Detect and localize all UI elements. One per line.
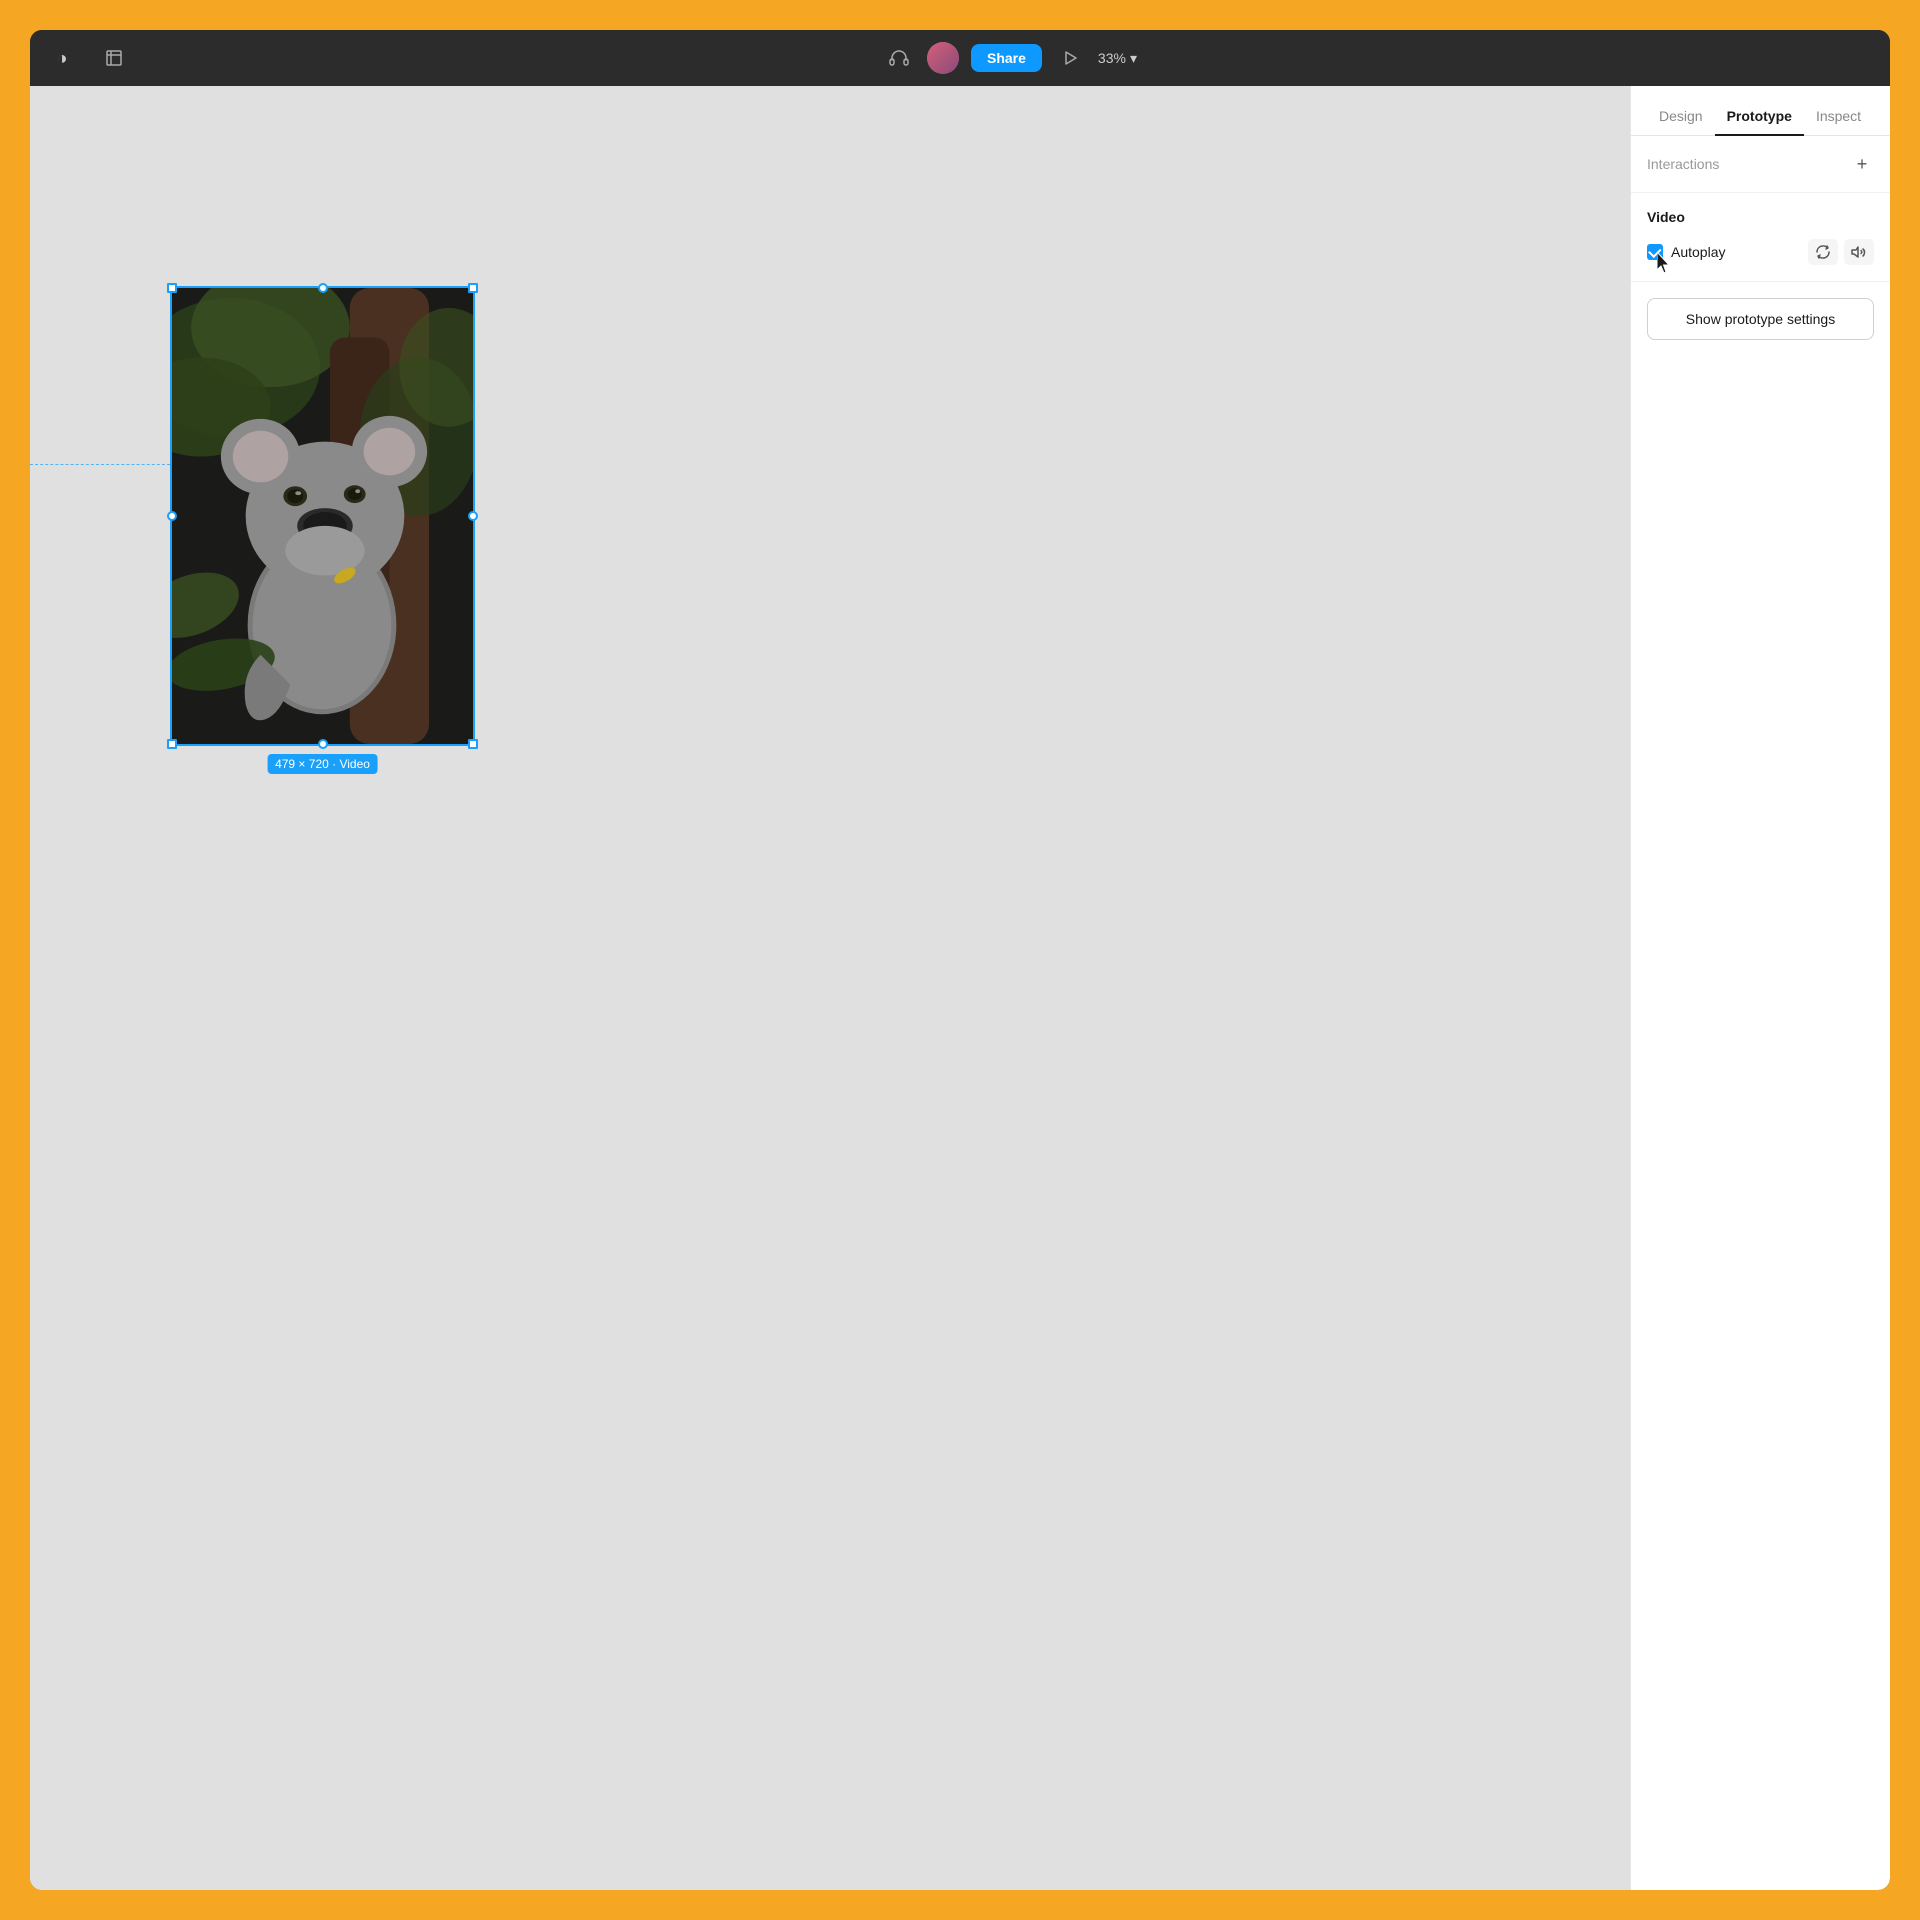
resize-handle-bl[interactable] xyxy=(167,739,177,749)
mute-icon[interactable] xyxy=(1844,239,1874,265)
resize-handle-tr[interactable] xyxy=(468,283,478,293)
interactions-header: Interactions + xyxy=(1647,152,1874,176)
app-window: ◑ Share xyxy=(30,30,1890,1890)
interactions-title: Interactions xyxy=(1647,156,1719,172)
zoom-control[interactable]: 33% ▾ xyxy=(1098,50,1137,67)
selected-element[interactable]: 479 × 720 · Video xyxy=(170,286,475,746)
tab-inspect[interactable]: Inspect xyxy=(1804,98,1873,136)
koala-image xyxy=(172,288,473,744)
tab-prototype[interactable]: Prototype xyxy=(1715,98,1804,136)
resize-handle-br[interactable] xyxy=(468,739,478,749)
right-panel: Design Prototype Inspect Interactions + … xyxy=(1630,86,1890,1890)
video-title: Video xyxy=(1647,209,1874,225)
topbar: ◑ Share xyxy=(30,30,1890,86)
resize-handle-lm[interactable] xyxy=(167,511,177,521)
add-interaction-button[interactable]: + xyxy=(1850,152,1874,176)
resize-handle-tm[interactable] xyxy=(318,283,328,293)
autoplay-checkbox[interactable] xyxy=(1647,244,1663,260)
resize-handle-rm[interactable] xyxy=(468,511,478,521)
video-section: Video Autoplay xyxy=(1631,193,1890,282)
topbar-center: Share 33% ▾ xyxy=(146,42,1874,74)
video-controls xyxy=(1808,239,1874,265)
topbar-left: ◑ xyxy=(46,42,130,74)
autoplay-label: Autoplay xyxy=(1671,244,1725,260)
headphone-icon[interactable] xyxy=(883,42,915,74)
loop-icon[interactable] xyxy=(1808,239,1838,265)
canvas-inner: 479 × 720 · Video xyxy=(30,86,1630,1890)
canvas[interactable]: 479 × 720 · Video xyxy=(30,86,1630,1890)
panel-content: Interactions + Video xyxy=(1631,136,1890,1890)
resize-handle-tl[interactable] xyxy=(167,283,177,293)
video-row: Autoplay xyxy=(1647,239,1874,265)
show-prototype-settings-button[interactable]: Show prototype settings xyxy=(1647,298,1874,340)
guide-horizontal xyxy=(30,464,170,465)
tab-design[interactable]: Design xyxy=(1647,98,1715,136)
video-left: Autoplay xyxy=(1647,244,1725,260)
theme-icon[interactable]: ◑ xyxy=(46,42,78,74)
share-button[interactable]: Share xyxy=(971,44,1042,72)
crop-icon[interactable] xyxy=(98,42,130,74)
play-icon[interactable] xyxy=(1054,42,1086,74)
interactions-section: Interactions + xyxy=(1631,136,1890,193)
selection-dimensions-label: 479 × 720 · Video xyxy=(267,754,378,774)
main-area: 479 × 720 · Video Design Prototype Inspe… xyxy=(30,86,1890,1890)
tab-bar: Design Prototype Inspect xyxy=(1631,86,1890,136)
resize-handle-bm[interactable] xyxy=(318,739,328,749)
avatar[interactable] xyxy=(927,42,959,74)
